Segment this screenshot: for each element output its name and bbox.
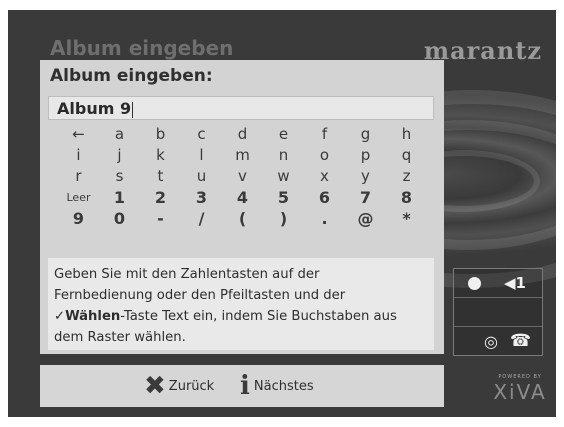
- key[interactable]: y: [345, 166, 386, 187]
- key[interactable]: e: [263, 124, 304, 145]
- key-row: Leer 1 2 3 4 5 6 7 8: [58, 187, 434, 208]
- next-button[interactable]: i Nächstes: [240, 365, 314, 407]
- key[interactable]: @: [345, 208, 386, 229]
- character-grid: ← a b c d e f g h i j k l m n o p q r s …: [58, 124, 434, 229]
- help-line: dem Raster wählen.: [54, 330, 186, 345]
- key[interactable]: a: [99, 124, 140, 145]
- help-line: Fernbedienung oder den Pfeiltasten und d…: [54, 288, 346, 303]
- key[interactable]: r: [58, 166, 99, 187]
- record-dot-icon: [468, 277, 481, 290]
- key[interactable]: -: [140, 208, 181, 229]
- status-box: ◀1 ◎ ☎: [453, 268, 543, 356]
- key[interactable]: w: [263, 166, 304, 187]
- key[interactable]: k: [140, 145, 181, 166]
- disc-icon: ◎: [484, 332, 498, 351]
- help-line: Geben Sie mit den Zahlentasten auf der: [54, 267, 320, 282]
- next-label: Nächstes: [253, 378, 314, 394]
- key-backspace[interactable]: ←: [58, 124, 99, 145]
- key[interactable]: 9: [58, 208, 99, 229]
- key-space[interactable]: Leer: [58, 187, 99, 208]
- status-row: ◎ ☎: [454, 327, 542, 355]
- key[interactable]: v: [222, 166, 263, 187]
- key[interactable]: 6: [304, 187, 345, 208]
- key-row: r s t u v w x y z: [58, 166, 434, 187]
- key-row: i j k l m n o p q: [58, 145, 434, 166]
- help-text: Geben Sie mit den Zahlentasten auf der F…: [48, 258, 434, 350]
- key[interactable]: 2: [140, 187, 181, 208]
- key[interactable]: j: [99, 145, 140, 166]
- key[interactable]: n: [263, 145, 304, 166]
- key[interactable]: h: [386, 124, 427, 145]
- key[interactable]: p: [345, 145, 386, 166]
- key[interactable]: s: [99, 166, 140, 187]
- album-input-value: Album 9: [57, 99, 132, 118]
- key[interactable]: 7: [345, 187, 386, 208]
- key[interactable]: 4: [222, 187, 263, 208]
- background-title: Album eingeben: [50, 36, 234, 60]
- key[interactable]: c: [181, 124, 222, 145]
- key[interactable]: 0: [99, 208, 140, 229]
- help-line: ✓Wählen-Taste Text ein, indem Sie Buchst…: [54, 306, 428, 327]
- text-entry-dialog: Album eingeben: Album 9 ← a b c d e f g …: [40, 60, 444, 354]
- key[interactable]: d: [222, 124, 263, 145]
- key[interactable]: 1: [99, 187, 140, 208]
- key[interactable]: z: [386, 166, 427, 187]
- dialog-title: Album eingeben:: [50, 66, 213, 86]
- key[interactable]: t: [140, 166, 181, 187]
- help-rest: -Taste Text ein, indem Sie Buchstaben au…: [120, 309, 397, 324]
- key[interactable]: u: [181, 166, 222, 187]
- key-row: ← a b c d e f g h: [58, 124, 434, 145]
- key[interactable]: l: [181, 145, 222, 166]
- key[interactable]: i: [58, 145, 99, 166]
- key[interactable]: 5: [263, 187, 304, 208]
- speaker-icon: ◀1: [504, 274, 526, 292]
- key[interactable]: ): [263, 208, 304, 229]
- back-button[interactable]: ✖ Zurück: [144, 365, 214, 407]
- info-icon: i: [240, 371, 250, 401]
- key[interactable]: q: [386, 145, 427, 166]
- album-input[interactable]: Album 9: [48, 96, 434, 120]
- key[interactable]: 8: [386, 187, 427, 208]
- tv-screen: Album eingeben marantz Album eingeben: A…: [8, 10, 556, 417]
- close-icon: ✖: [144, 371, 166, 401]
- key[interactable]: 3: [181, 187, 222, 208]
- key[interactable]: *: [386, 208, 427, 229]
- check-icon: ✓: [54, 309, 66, 324]
- key[interactable]: x: [304, 166, 345, 187]
- key[interactable]: g: [345, 124, 386, 145]
- status-row: ◀1: [454, 269, 542, 298]
- help-bold: Wählen: [65, 309, 121, 324]
- bottom-bar: ✖ Zurück i Nächstes: [40, 365, 444, 407]
- xiva-logo: POWERED BY XiVA: [485, 374, 555, 404]
- key[interactable]: b: [140, 124, 181, 145]
- key-row: 9 0 - / ( ) . @ *: [58, 208, 434, 229]
- status-row: [454, 298, 542, 327]
- key[interactable]: (: [222, 208, 263, 229]
- key[interactable]: /: [181, 208, 222, 229]
- phone-icon: ☎: [510, 331, 532, 351]
- back-label: Zurück: [168, 378, 215, 394]
- xiva-text: XiVA: [493, 380, 547, 404]
- key[interactable]: m: [222, 145, 263, 166]
- key[interactable]: f: [304, 124, 345, 145]
- text-caret: [132, 101, 134, 118]
- key[interactable]: .: [304, 208, 345, 229]
- key[interactable]: o: [304, 145, 345, 166]
